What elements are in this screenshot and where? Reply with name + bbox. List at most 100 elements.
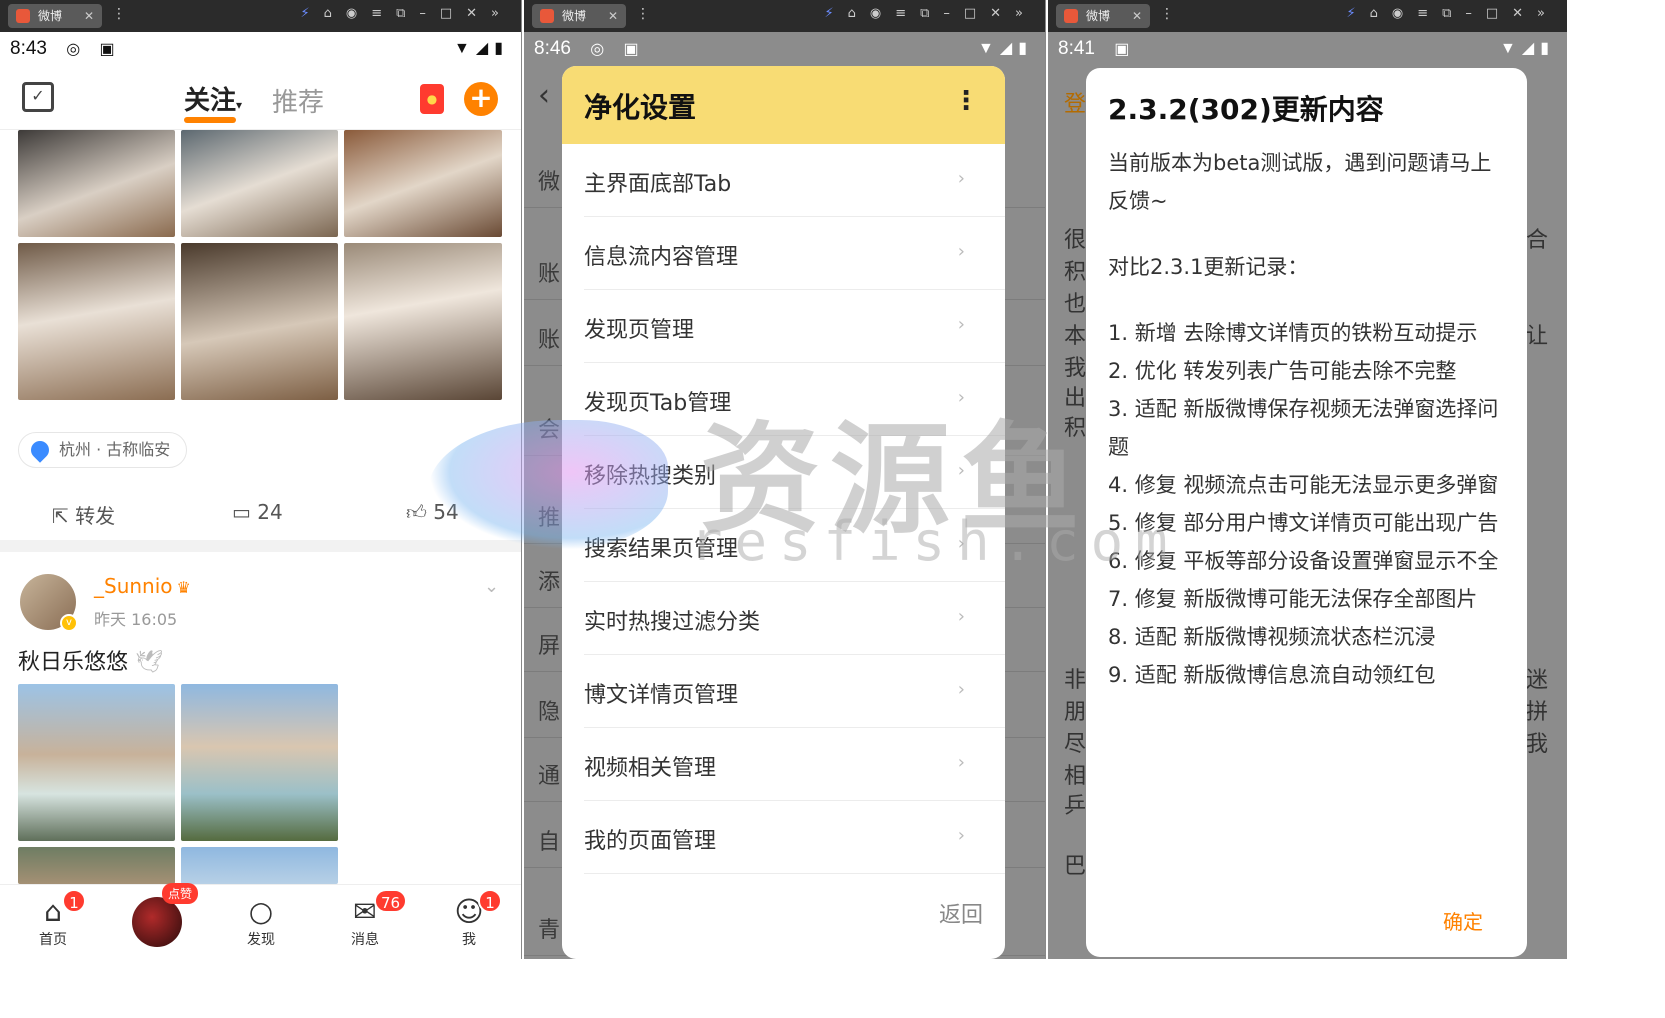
bg-char: 尽 — [1064, 732, 1087, 757]
purify-settings-dialog: 净化设置 ⋮ 主界面底部Tab › 信息流内容管理 › 发现页管理 › 发现页Tab管… — [562, 66, 1005, 959]
menu-item-search-results[interactable]: 搜索结果页管理 › — [584, 509, 1005, 582]
post-username[interactable]: _Sunnio ♛ — [94, 574, 191, 598]
screenshot-collage: 微博 ✕ ⋮ ⚡⌂◉≡⧉–□✕» 8:43 ◎ ▣ ▼◢▮ ✓ 关注▾ 推荐 ● … — [0, 0, 1567, 959]
location-chip[interactable]: 杭州 · 古称临安 — [18, 432, 188, 468]
purify-settings-window: 微博 ✕ ⋮ ⚡⌂◉≡⧉–□✕» 8:46 ◎ ▣ ▼◢▮ ‹ 微 账 账 会 推… — [524, 0, 1046, 959]
notification-a-icon: ▣ — [623, 41, 639, 58]
update-item: 8. 适配 新版微博视频流状态栏沉浸 — [1108, 625, 1436, 649]
chevron-right-icon: › — [957, 533, 965, 554]
post-photo[interactable] — [181, 243, 338, 400]
nav-home[interactable]: ⌂ 首页 1 — [18, 889, 88, 949]
bg-char: 也 — [1064, 292, 1087, 317]
dialog-title: 净化设置 — [584, 91, 697, 124]
post-photo[interactable] — [18, 243, 175, 400]
post-photo[interactable] — [344, 243, 502, 400]
chevron-right-icon: › — [957, 460, 965, 481]
window-tab[interactable]: 微博 ✕ — [532, 4, 626, 28]
menu-item-discover-page[interactable]: 发现页管理 › — [584, 290, 1005, 363]
calendar-check-icon[interactable]: ✓ — [22, 82, 54, 112]
window-tab[interactable]: 微博 ✕ — [1056, 4, 1150, 28]
chevron-down-icon[interactable]: ⌄ — [484, 576, 499, 597]
menu-item-video[interactable]: 视频相关管理 › — [584, 728, 1005, 801]
tab-recommend[interactable]: 推荐 — [272, 82, 324, 119]
bg-char: 出 — [1064, 386, 1087, 411]
window-controls[interactable]: ⚡⌂◉≡⧉–□✕» — [300, 6, 513, 21]
menu-item-post-detail[interactable]: 博文详情页管理 › — [584, 655, 1005, 728]
repost-button[interactable]: ⇱ 转发 — [52, 500, 115, 529]
bg-char: 朋 — [1064, 700, 1087, 725]
menu-item-my-page[interactable]: 我的页面管理 › — [584, 801, 1005, 874]
chevron-right-icon: › — [957, 314, 965, 335]
post-photo[interactable] — [181, 684, 338, 841]
window-titlebar: 微博 ✕ ⋮ ⚡⌂◉≡⧉–□✕» — [524, 0, 1045, 32]
window-tab-label: 微博 — [562, 9, 587, 23]
notification-a-icon: ▣ — [99, 41, 115, 58]
nav-me[interactable]: ☺ 我 1 — [434, 889, 504, 949]
post-photo[interactable] — [344, 130, 502, 237]
close-tab-icon[interactable]: ✕ — [84, 4, 94, 28]
red-packet-icon[interactable]: ● — [420, 84, 444, 114]
bg-char: 合 — [1526, 228, 1549, 253]
update-item: 6. 修复 平板等部分设备设置弹窗显示不全 — [1108, 549, 1499, 573]
signal-battery-icons: ▼◢▮ — [454, 40, 509, 57]
verified-badge-icon: v — [60, 614, 78, 632]
close-tab-icon[interactable]: ✕ — [608, 4, 618, 28]
menu-item-feed-content[interactable]: 信息流内容管理 › — [584, 217, 1005, 290]
post-text: 秋日乐悠悠 🕊︎ — [18, 650, 163, 675]
more-vertical-icon[interactable]: ⋮ — [953, 88, 979, 114]
nav-messages[interactable]: ✉ 消息 76 — [330, 889, 408, 949]
compose-plus-button[interactable]: + — [464, 82, 498, 116]
update-item: 4. 修复 视频流点击可能无法显示更多弹窗 — [1108, 473, 1499, 497]
dove-emoji-icon: 🕊︎ — [135, 650, 163, 675]
post-photo[interactable] — [181, 847, 338, 884]
nav-discover[interactable]: ○ 发现 — [226, 895, 296, 949]
post-divider — [0, 540, 521, 552]
confirm-button[interactable]: 确定 — [1443, 906, 1483, 935]
menu-item-realtime-hot-filter[interactable]: 实时热搜过滤分类 › — [584, 582, 1005, 655]
post-time: 昨天 16:05 — [94, 610, 178, 629]
live-center-button[interactable]: 点赞 — [132, 883, 199, 947]
chevron-right-icon: › — [957, 387, 965, 408]
weibo-app-icon — [540, 9, 554, 23]
weibo-app-icon — [16, 9, 30, 23]
chevron-right-icon: › — [957, 752, 965, 773]
post-photo[interactable] — [18, 130, 175, 237]
bg-char: 登 — [1064, 92, 1087, 117]
kebab-menu-icon[interactable]: ⋮ — [112, 6, 126, 22]
chevron-right-icon: › — [957, 679, 965, 700]
window-tab-label: 微博 — [38, 9, 63, 23]
back-arrow-icon[interactable]: ‹ — [538, 78, 550, 113]
menu-item-discover-tab[interactable]: 发现页Tab管理 › — [584, 363, 1005, 436]
kebab-menu-icon[interactable]: ⋮ — [1160, 6, 1174, 22]
post-photo[interactable] — [181, 130, 338, 237]
tab-follow[interactable]: 关注▾ — [184, 80, 242, 123]
comment-button[interactable]: ▭ 24 — [232, 500, 283, 524]
crown-icon: ♛ — [176, 578, 191, 597]
post-action-bar: ⇱ 转发 ▭ 24 👍︎ 54 — [0, 488, 521, 538]
menu-item-remove-hot-search[interactable]: 移除热搜类别 › — [584, 436, 1005, 509]
status-bar: 8:46 ◎ ▣ ▼◢▮ — [524, 32, 1045, 66]
menu-item-bottom-tab[interactable]: 主界面底部Tab › — [584, 144, 1005, 217]
update-title: 2.3.2(302)更新内容 — [1108, 93, 1384, 126]
post-photo[interactable] — [18, 684, 175, 841]
bg-char: 积 — [1064, 260, 1087, 285]
avatar[interactable]: v — [20, 574, 78, 632]
window-tab[interactable]: 微博 ✕ — [8, 4, 102, 28]
post-photo[interactable] — [18, 847, 175, 884]
close-tab-icon[interactable]: ✕ — [1132, 4, 1142, 28]
update-item: 3. 适配 新版微博保存视频无法弹窗选择问题 — [1108, 397, 1499, 459]
signal-battery-icons: ▼◢▮ — [1500, 40, 1555, 57]
bg-char: 巴 — [1064, 854, 1087, 879]
kebab-menu-icon[interactable]: ⋮ — [636, 6, 650, 22]
bg-char: 非 — [1064, 668, 1087, 693]
bg-char: 本 — [1064, 324, 1087, 349]
like-button[interactable]: 👍︎ 54 — [406, 500, 459, 525]
window-controls[interactable]: ⚡⌂◉≡⧉–□✕» — [1346, 6, 1559, 21]
bg-char: 相 — [1064, 764, 1087, 789]
window-controls[interactable]: ⚡⌂◉≡⧉–□✕» — [824, 6, 1037, 21]
dialog-back-button[interactable]: 返回 — [939, 897, 983, 929]
status-time: 8:41 — [1058, 38, 1095, 59]
weibo-status-icon: ◎ — [590, 41, 605, 58]
search-icon: ○ — [248, 895, 274, 928]
feed-header: ✓ 关注▾ 推荐 ● + — [0, 66, 521, 130]
